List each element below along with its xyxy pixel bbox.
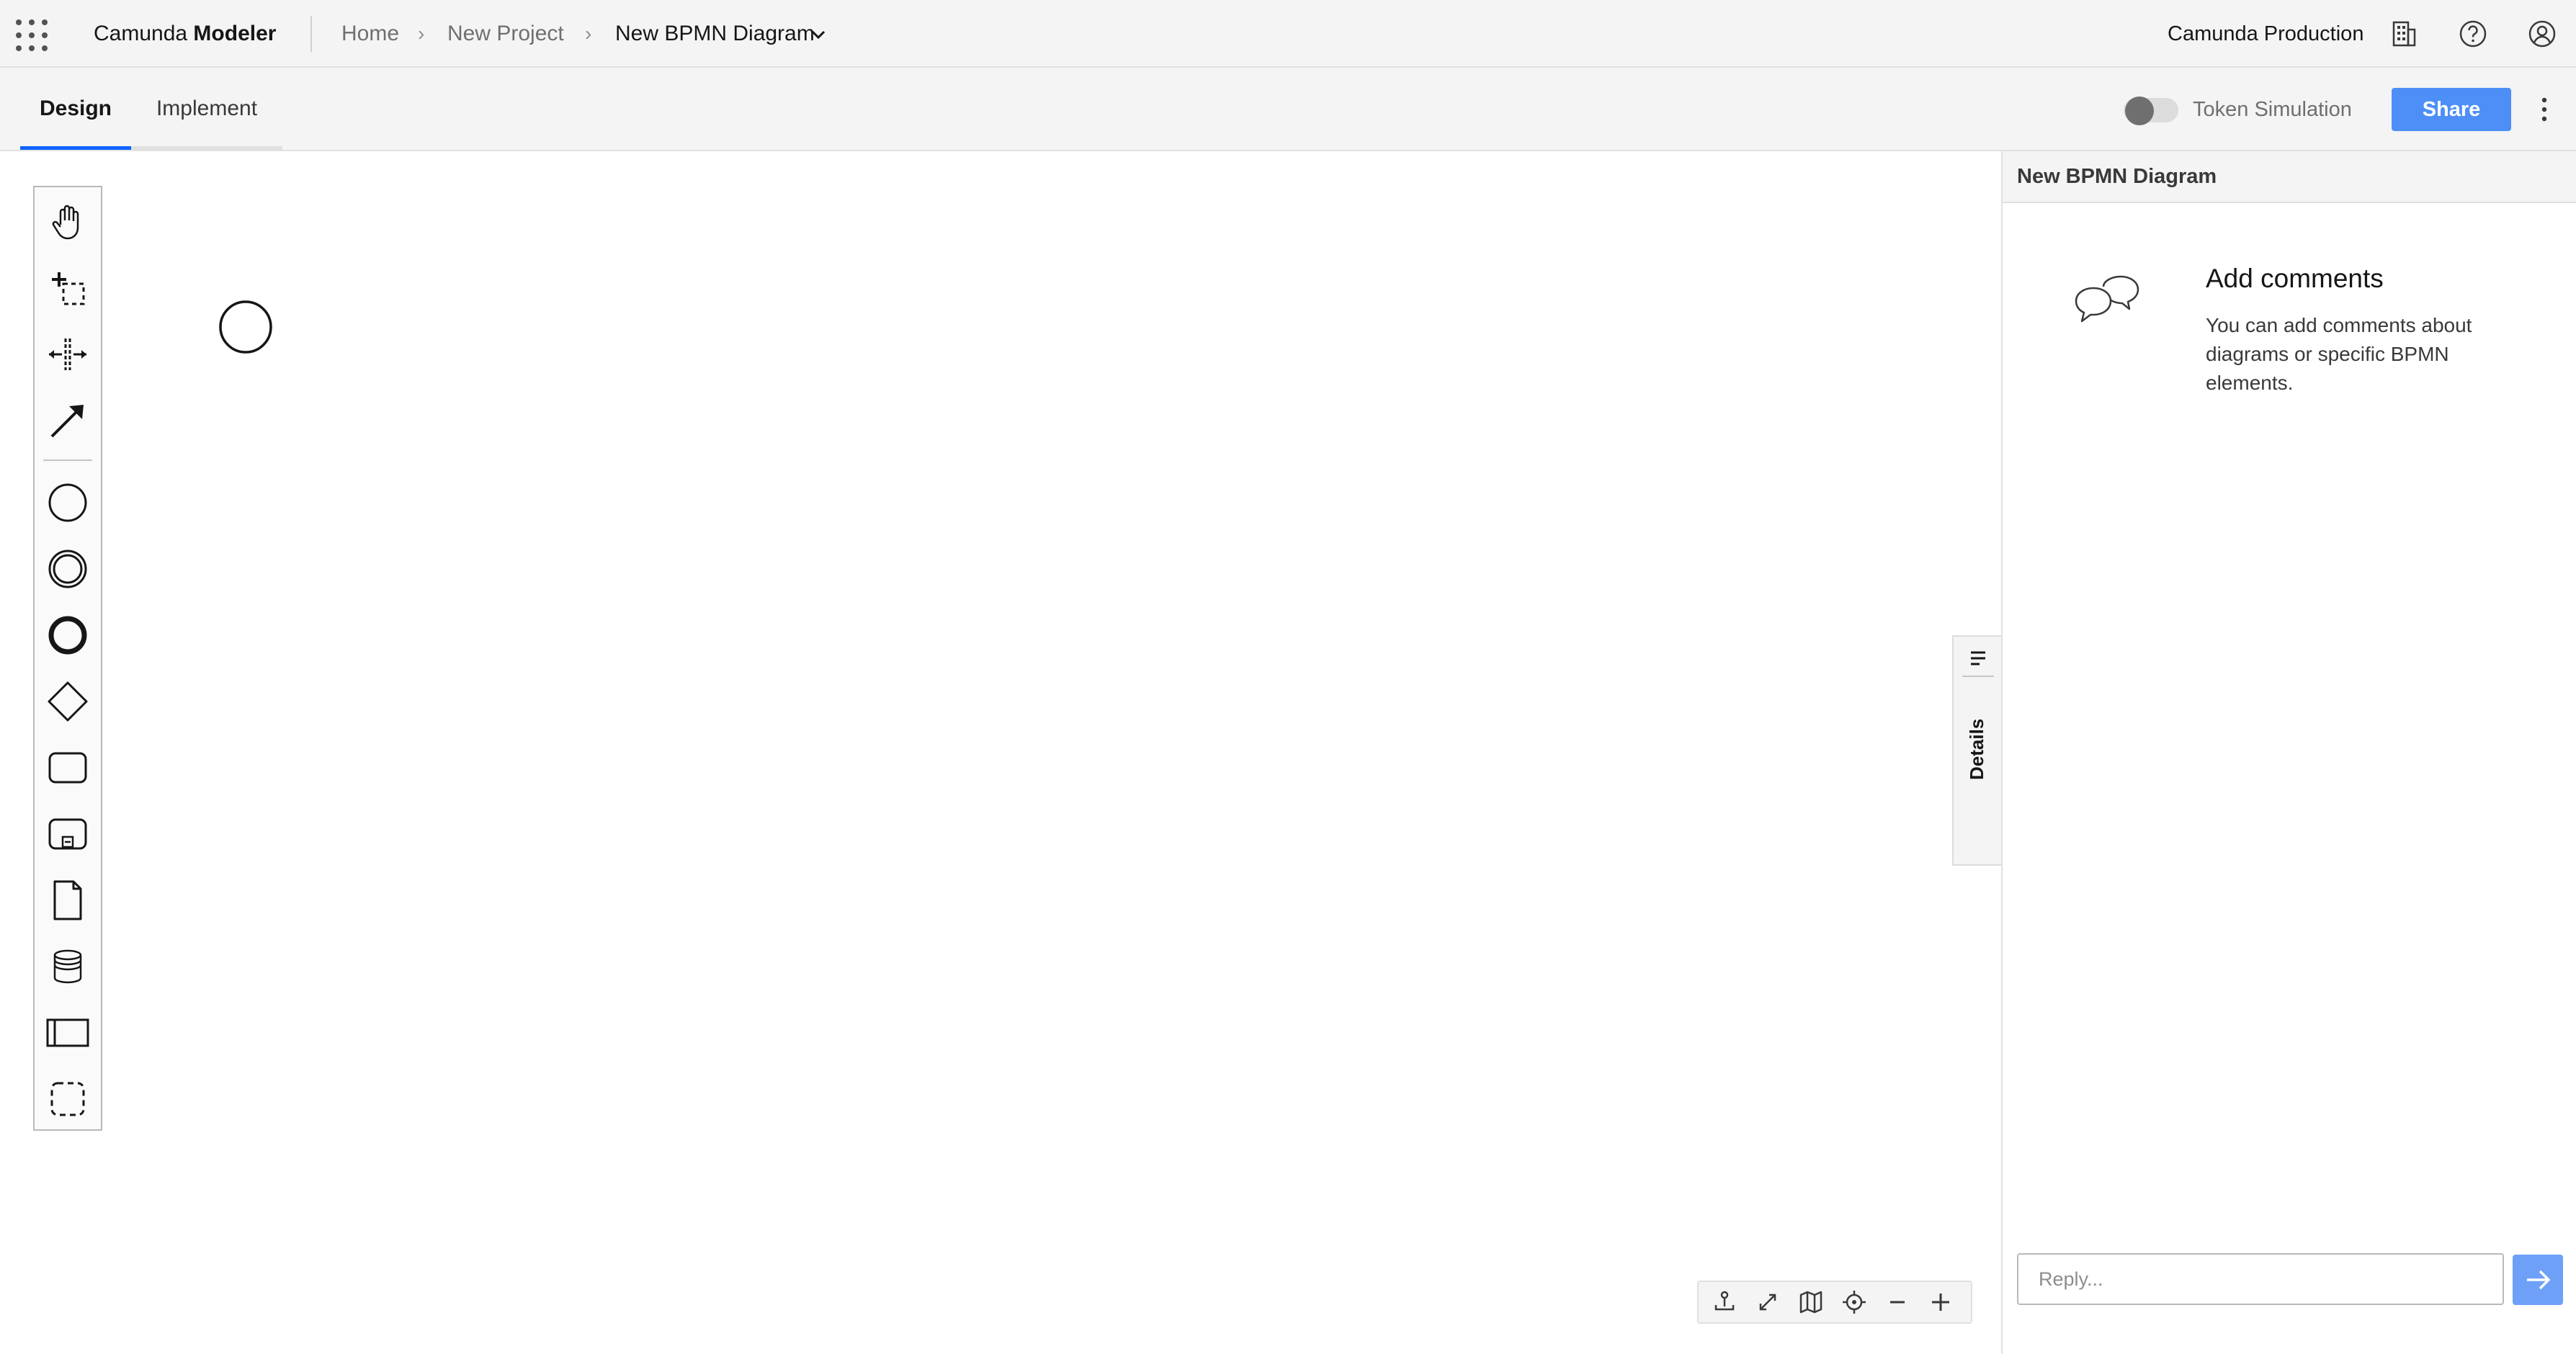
zoom-in-icon[interactable]: [1926, 1288, 1955, 1317]
reply-input[interactable]: [2017, 1253, 2504, 1305]
token-simulation-toggle[interactable]: [2124, 97, 2178, 125]
breadcrumb-project[interactable]: New Project: [447, 20, 564, 48]
details-panel-toggle[interactable]: Details: [1952, 635, 2001, 866]
app-switcher-icon[interactable]: [16, 19, 48, 51]
handle-divider: [1962, 676, 1994, 677]
breadcrumb-separator: ›: [585, 22, 592, 45]
pool-icon[interactable]: [45, 1010, 91, 1056]
connect-tool-icon[interactable]: [45, 398, 91, 444]
start-event-icon[interactable]: [45, 480, 91, 526]
breadcrumb-home[interactable]: Home: [341, 20, 399, 48]
details-tab-label: Details: [1966, 718, 1987, 780]
download-icon[interactable]: [1710, 1288, 1739, 1317]
top-header: Camunda Modeler Home › New Project › New…: [0, 0, 2576, 68]
share-button[interactable]: Share: [2392, 88, 2511, 131]
lasso-tool-icon[interactable]: [45, 265, 91, 311]
organization-name[interactable]: Camunda Production: [2168, 20, 2363, 48]
end-event-icon[interactable]: [45, 612, 91, 658]
comments-panel: New BPMN Diagram Add comments You can ad…: [2001, 151, 2576, 1354]
start-event-shape[interactable]: [218, 300, 273, 354]
help-icon[interactable]: [2458, 19, 2488, 49]
header-divider: [310, 16, 312, 52]
group-icon[interactable]: [45, 1076, 91, 1122]
hand-tool-icon[interactable]: [45, 199, 91, 245]
breadcrumb-diagram[interactable]: New BPMN Diagram: [615, 20, 815, 48]
gateway-icon[interactable]: [45, 678, 91, 725]
mode-tabbar: Design Implement: [0, 68, 2576, 151]
comments-description: You can add comments about diagrams or s…: [2206, 314, 2472, 394]
overflow-menu-icon[interactable]: [2539, 95, 2550, 124]
canvas-controls: [1697, 1281, 1972, 1324]
token-simulation-label: Token Simulation: [2193, 98, 2352, 121]
arrow-right-icon: [2527, 1270, 2551, 1290]
list-icon: [1971, 651, 1985, 665]
fullscreen-icon[interactable]: [1753, 1288, 1782, 1317]
data-object-icon[interactable]: [45, 877, 91, 923]
comments-heading: Add comments: [2206, 264, 2384, 293]
panel-title: New BPMN Diagram: [2017, 165, 2217, 188]
organization-icon[interactable]: [2389, 19, 2419, 49]
data-store-icon[interactable]: [45, 943, 91, 990]
task-icon[interactable]: [45, 745, 91, 791]
comments-icon: [2075, 275, 2139, 323]
intermediate-event-icon[interactable]: [45, 546, 91, 592]
app-brand[interactable]: Camunda Modeler: [94, 20, 276, 48]
zoom-out-icon[interactable]: [1883, 1288, 1912, 1317]
space-tool-icon[interactable]: [45, 331, 91, 377]
palette-divider: [43, 459, 92, 461]
brand-bold: Modeler: [193, 22, 277, 45]
tab-design[interactable]: Design: [20, 68, 131, 150]
minimap-icon[interactable]: [1797, 1288, 1825, 1317]
subprocess-icon[interactable]: [45, 811, 91, 857]
brand-prefix: Camunda: [94, 22, 188, 45]
reset-view-icon[interactable]: [1840, 1288, 1869, 1317]
panel-header: New BPMN Diagram: [2003, 151, 2576, 203]
send-button[interactable]: [2513, 1255, 2563, 1305]
tool-palette: [33, 186, 102, 1131]
diagram-canvas[interactable]: [0, 151, 2001, 1354]
chevron-down-icon[interactable]: [810, 27, 827, 42]
user-icon[interactable]: [2527, 19, 2557, 49]
tab-implement[interactable]: Implement: [131, 68, 282, 150]
breadcrumb-separator: ›: [418, 22, 425, 45]
